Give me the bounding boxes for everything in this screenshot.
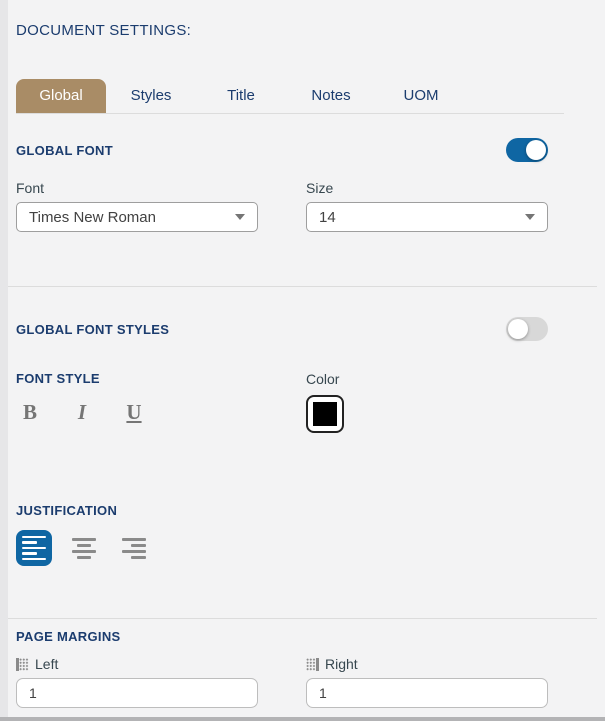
underline-button[interactable]: U — [120, 398, 148, 426]
global-font-header-row: GLOBAL FONT — [16, 138, 548, 162]
bottom-scrollbar[interactable] — [0, 717, 605, 721]
font-style-row: FONT STYLE B I U Color — [16, 371, 548, 433]
align-center-button[interactable] — [66, 530, 102, 566]
italic-button[interactable]: I — [68, 398, 96, 426]
size-dropdown[interactable]: 14 — [306, 202, 548, 232]
left-margin-input[interactable] — [16, 678, 258, 708]
tab-styles[interactable]: Styles — [106, 79, 196, 113]
size-field-label: Size — [306, 180, 548, 196]
justification-section-label: JUSTIFICATION — [16, 503, 556, 518]
align-left-button[interactable] — [16, 530, 52, 566]
left-gutter — [0, 0, 8, 721]
font-size-row: Font Times New Roman Size 14 — [16, 180, 548, 232]
font-style-section-label: FONT STYLE — [16, 371, 258, 386]
bold-button[interactable]: B — [16, 398, 44, 426]
global-font-styles-header-row: GLOBAL FONT STYLES — [16, 317, 548, 341]
justification-buttons — [16, 530, 556, 566]
tab-title[interactable]: Title — [196, 79, 286, 113]
font-style-buttons: B I U — [16, 398, 258, 426]
page-title: DOCUMENT SETTINGS: — [16, 22, 556, 39]
size-dropdown-value: 14 — [319, 209, 336, 226]
right-margin-input[interactable] — [306, 678, 548, 708]
tab-global[interactable]: Global — [16, 79, 106, 113]
font-field-label: Font — [16, 180, 258, 196]
font-color-picker[interactable] — [306, 395, 344, 433]
margin-right-icon — [306, 658, 319, 671]
margin-left-icon — [16, 658, 29, 671]
global-font-section-label: GLOBAL FONT — [16, 143, 113, 158]
document-settings-panel: DOCUMENT SETTINGS: Global Styles Title N… — [8, 0, 605, 717]
tab-bar: Global Styles Title Notes UOM — [16, 79, 564, 114]
tab-uom[interactable]: UOM — [376, 79, 466, 113]
left-margin-label: Left — [35, 656, 58, 672]
section-divider — [8, 286, 597, 287]
toggle-knob — [508, 319, 528, 339]
chevron-down-icon — [525, 214, 535, 220]
right-margin-label: Right — [325, 656, 358, 672]
global-font-styles-section-label: GLOBAL FONT STYLES — [16, 322, 169, 337]
global-font-styles-toggle[interactable] — [506, 317, 548, 341]
page-margins-section-label: PAGE MARGINS — [16, 629, 556, 644]
tab-notes[interactable]: Notes — [286, 79, 376, 113]
global-font-toggle[interactable] — [506, 138, 548, 162]
color-field-label: Color — [306, 371, 548, 387]
font-dropdown[interactable]: Times New Roman — [16, 202, 258, 232]
section-divider — [8, 618, 597, 619]
font-dropdown-value: Times New Roman — [29, 209, 156, 226]
page-margins-row: Left Right — [16, 656, 548, 708]
align-right-button[interactable] — [116, 530, 152, 566]
font-color-swatch — [313, 402, 337, 426]
toggle-knob — [526, 140, 546, 160]
chevron-down-icon — [235, 214, 245, 220]
